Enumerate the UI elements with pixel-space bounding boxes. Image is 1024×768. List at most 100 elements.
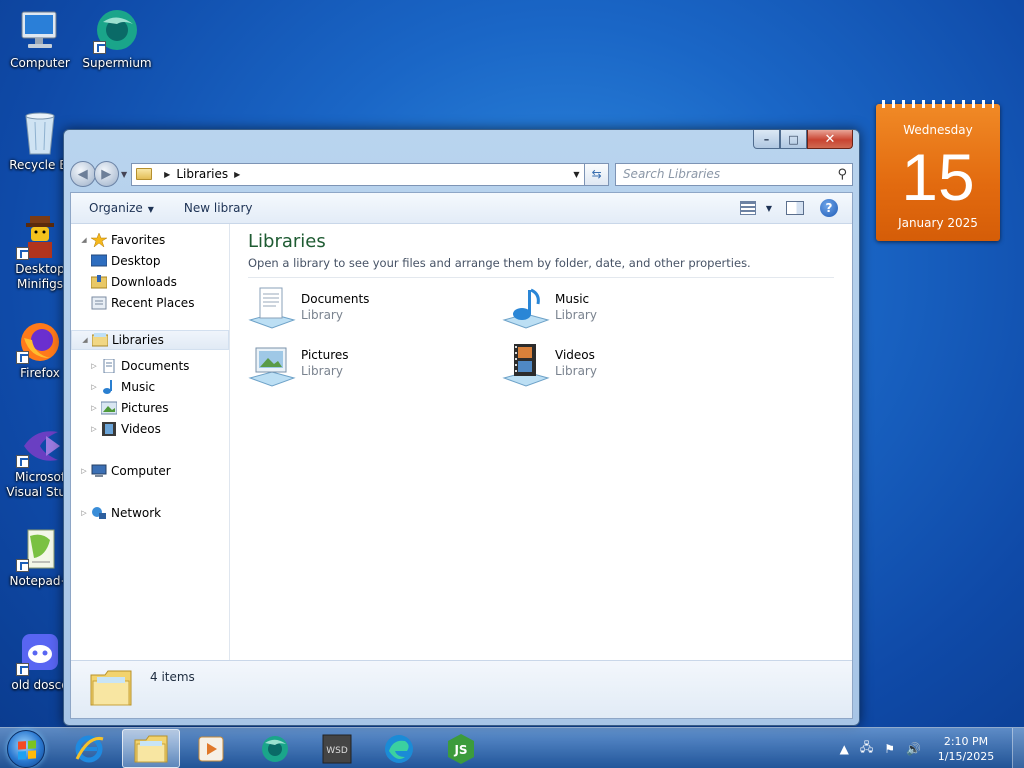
library-videos[interactable]: Videos Library bbox=[502, 342, 742, 392]
nav-computer[interactable]: ▷ Computer bbox=[79, 461, 171, 481]
supermium-icon bbox=[262, 735, 288, 762]
nav-desktop[interactable]: Desktop bbox=[89, 251, 161, 271]
organize-label: Organize bbox=[89, 201, 143, 215]
expand-arrow-icon[interactable]: ▷ bbox=[79, 509, 89, 517]
start-button[interactable] bbox=[7, 730, 45, 768]
shortcut-arrow-icon bbox=[16, 663, 29, 676]
system-tray: ▲ 🖧 ⚑ 🔊 2:10 PM 1/15/2025 bbox=[840, 728, 1024, 768]
forward-button[interactable]: ▶ bbox=[93, 161, 119, 187]
taskbar-edge[interactable] bbox=[370, 729, 428, 768]
nav-computer-label: Computer bbox=[111, 464, 171, 478]
documents-library-icon bbox=[248, 287, 296, 329]
taskbar-explorer[interactable] bbox=[122, 729, 180, 768]
view-options-dropdown[interactable]: ▼ bbox=[766, 204, 772, 213]
visual-studio-icon bbox=[16, 422, 64, 468]
page-title: Libraries bbox=[248, 231, 326, 252]
organize-button[interactable]: Organize ▼ bbox=[89, 201, 154, 215]
svg-text:JS: JS bbox=[453, 743, 467, 757]
nav-desktop-label: Desktop bbox=[111, 254, 161, 268]
search-icon[interactable]: ⚲ bbox=[837, 167, 847, 182]
explorer-window[interactable]: – □ ✕ ◀ ▶ ▼ ▶ Libraries ▶ ▼ ⇆ Search Lib… bbox=[63, 129, 860, 726]
star-icon bbox=[91, 233, 107, 247]
nav-music-label: Music bbox=[121, 380, 156, 394]
search-input[interactable]: Search Libraries ⚲ bbox=[614, 162, 854, 186]
nav-music[interactable]: ▷ Music bbox=[89, 377, 155, 397]
taskbar-supermium[interactable] bbox=[246, 729, 304, 768]
recent-places-icon bbox=[91, 296, 107, 310]
nav-downloads-label: Downloads bbox=[111, 275, 177, 289]
nav-pictures[interactable]: ▷ Pictures bbox=[89, 398, 168, 418]
library-documents[interactable]: Documents Library bbox=[248, 286, 488, 336]
desktop-icon-supermium[interactable]: Supermium bbox=[77, 8, 157, 71]
taskbar-js[interactable]: JS bbox=[432, 729, 490, 768]
desktop-icon-computer[interactable]: Computer bbox=[0, 8, 80, 71]
libraries-folder-icon bbox=[136, 168, 153, 180]
network-status-icon[interactable]: 🖧 bbox=[860, 738, 873, 759]
nav-recent-places[interactable]: Recent Places bbox=[89, 293, 194, 313]
nav-videos[interactable]: ▷ Videos bbox=[89, 419, 161, 439]
breadcrumb-arrow-icon[interactable]: ▶ bbox=[164, 170, 170, 179]
internet-explorer-icon bbox=[75, 735, 104, 762]
change-view-icon[interactable] bbox=[739, 201, 756, 215]
downloads-folder-icon bbox=[91, 275, 107, 289]
back-button[interactable]: ◀ bbox=[70, 161, 96, 187]
explorer-icon bbox=[134, 735, 168, 762]
music-note-icon bbox=[103, 380, 112, 394]
nav-network-label: Network bbox=[111, 506, 162, 520]
calendar-month-year: January 2025 bbox=[898, 216, 978, 230]
taskbar-wsd[interactable]: WSD bbox=[308, 729, 366, 768]
clock[interactable]: 2:10 PM 1/15/2025 bbox=[932, 734, 1000, 764]
taskbar-media-player[interactable] bbox=[182, 729, 240, 768]
nav-recent-places-label: Recent Places bbox=[111, 296, 195, 310]
expand-arrow-icon[interactable]: ▷ bbox=[79, 467, 89, 475]
show-desktop-button[interactable] bbox=[1012, 728, 1024, 768]
edge-icon bbox=[385, 734, 413, 763]
expand-arrow-icon[interactable]: ▷ bbox=[89, 404, 99, 412]
expand-arrow-icon[interactable]: ▷ bbox=[89, 425, 99, 433]
library-pictures[interactable]: Pictures Library bbox=[248, 342, 488, 392]
expand-arrow-icon[interactable]: ▷ bbox=[89, 362, 99, 370]
library-music[interactable]: Music Library bbox=[502, 286, 742, 336]
expand-arrow-icon[interactable]: ▷ bbox=[89, 383, 99, 391]
calendar-gadget[interactable]: Wednesday 15 January 2025 bbox=[876, 100, 1000, 241]
film-strip-icon bbox=[102, 422, 116, 436]
nav-favorites[interactable]: ◢ Favorites bbox=[79, 230, 165, 250]
minimize-button[interactable]: – bbox=[753, 130, 780, 149]
shortcut-arrow-icon bbox=[16, 247, 29, 260]
network-icon bbox=[92, 507, 106, 519]
computer-icon bbox=[91, 464, 107, 477]
new-library-button[interactable]: New library bbox=[184, 201, 253, 215]
collapse-arrow-icon[interactable]: ◢ bbox=[79, 236, 89, 244]
library-kind: Library bbox=[301, 364, 343, 378]
minifig-icon bbox=[16, 214, 64, 260]
preview-pane-icon[interactable] bbox=[786, 201, 804, 215]
nav-documents[interactable]: ▷ Documents bbox=[89, 356, 189, 376]
collapse-arrow-icon[interactable]: ◢ bbox=[80, 336, 90, 344]
nav-libraries-label: Libraries bbox=[112, 333, 164, 347]
breadcrumb-arrow-icon[interactable]: ▶ bbox=[234, 170, 240, 179]
action-center-flag-icon[interactable]: ⚑ bbox=[884, 742, 895, 756]
shortcut-arrow-icon bbox=[16, 559, 29, 572]
address-history-dropdown[interactable]: ▼ bbox=[568, 170, 584, 179]
computer-icon bbox=[16, 8, 64, 54]
breadcrumb-libraries[interactable]: Libraries bbox=[176, 167, 228, 181]
close-button[interactable]: ✕ bbox=[807, 130, 853, 149]
nav-libraries[interactable]: ◢ Libraries bbox=[71, 330, 229, 350]
maximize-button[interactable]: □ bbox=[780, 130, 807, 149]
recent-pages-dropdown[interactable]: ▼ bbox=[121, 170, 127, 179]
show-hidden-icons-icon[interactable]: ▲ bbox=[840, 742, 849, 756]
nav-network[interactable]: ▷ Network bbox=[79, 503, 161, 523]
volume-icon[interactable]: 🔊 bbox=[906, 742, 921, 756]
calendar-weekday: Wednesday bbox=[903, 123, 973, 137]
taskbar: WSD JS ▲ 🖧 ⚑ 🔊 2:10 PM 1/15/2025 bbox=[0, 727, 1024, 768]
clock-date: 1/15/2025 bbox=[937, 749, 995, 763]
help-icon[interactable]: ? bbox=[820, 199, 838, 217]
shortcut-arrow-icon bbox=[16, 455, 29, 468]
taskbar-internet-explorer[interactable] bbox=[60, 729, 118, 768]
item-count: 4 items bbox=[150, 670, 195, 684]
library-name: Music bbox=[555, 292, 590, 306]
address-bar[interactable]: ▶ Libraries ▶ ▼ bbox=[131, 162, 586, 186]
refresh-button[interactable]: ⇆ bbox=[585, 162, 609, 186]
nav-downloads[interactable]: Downloads bbox=[89, 272, 177, 292]
wsd-icon: WSD bbox=[322, 734, 352, 763]
